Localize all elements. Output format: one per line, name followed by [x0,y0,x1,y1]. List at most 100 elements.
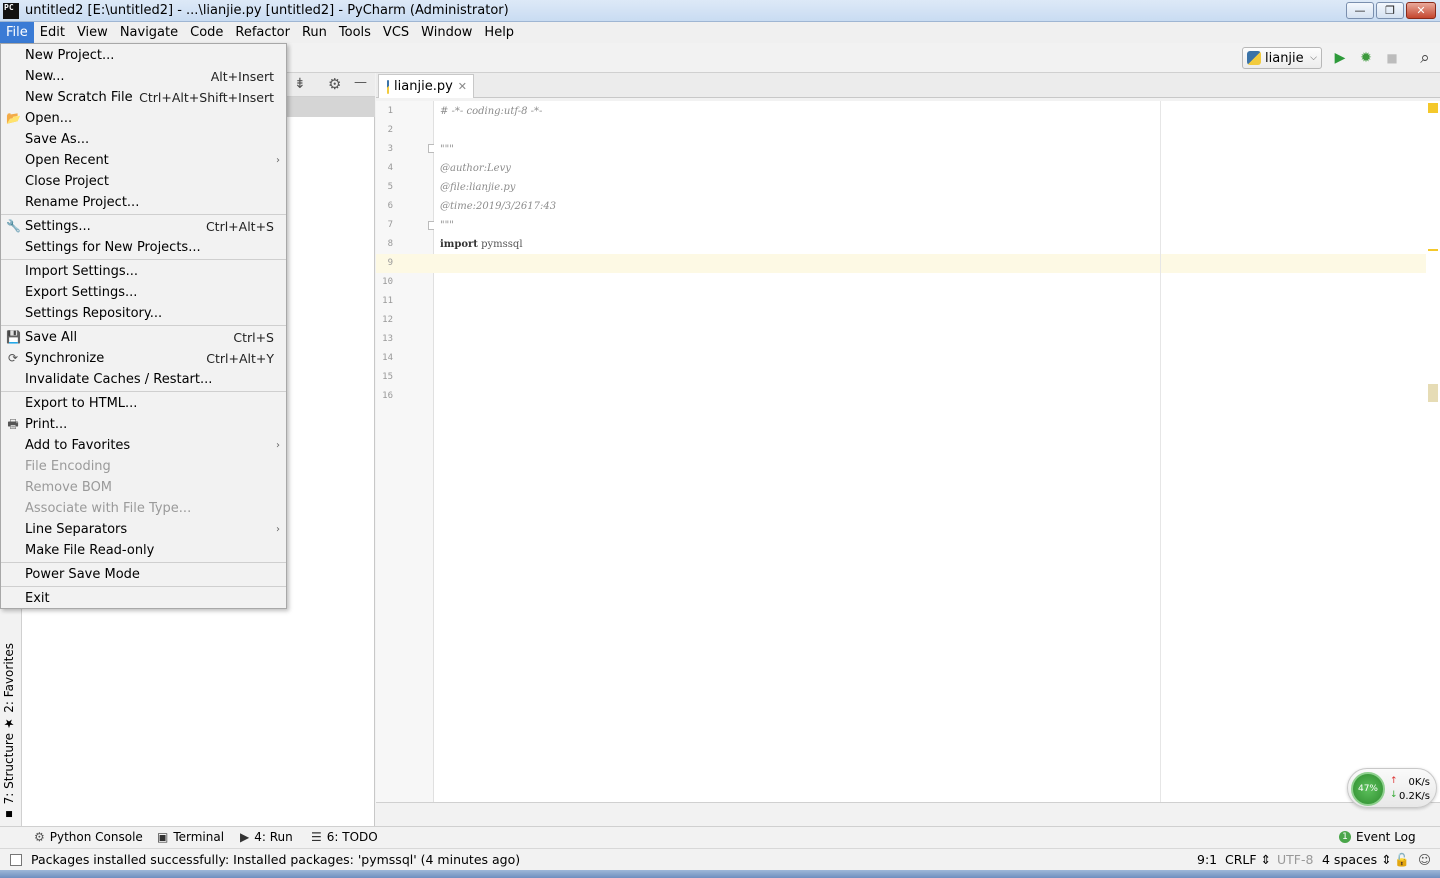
menu-item-settings[interactable]: 🔧 Settings... Ctrl+Alt+S [1,216,286,237]
close-tab-icon[interactable]: ✕ [458,80,467,93]
indent-setting[interactable]: 4 spaces ⇕ [1322,852,1392,867]
menu-item-label: Invalidate Caches / Restart... [25,372,213,387]
run-icon[interactable]: ▶ [1331,49,1349,67]
code-line: @time:2019/3/2617:43 [440,201,557,212]
status-toggle-icon[interactable] [10,854,22,866]
menu-separator [1,562,286,563]
code-line-import: import pymssql [440,235,523,254]
line-number: 5 [387,182,393,192]
menu-separator [1,214,286,215]
status-message[interactable]: Packages installed successfully: Install… [31,852,520,867]
debug-icon[interactable]: ✹ [1357,49,1375,67]
menu-item-save-all[interactable]: 💾 Save All Ctrl+S [1,327,286,348]
synchronize-icon: ⟳ [7,351,19,365]
file-menu-dropdown: New Project... New... Alt+Insert New Scratc… [0,43,287,609]
file-encoding[interactable]: UTF-8 [1277,852,1313,867]
menu-item-shortcut: Alt+Insert [210,69,274,84]
menu-item-label: Line Separators [25,522,128,537]
error-stripe[interactable] [1426,101,1440,802]
gear-icon[interactable]: ⚙ [328,75,341,93]
menu-window[interactable]: Window [415,22,478,43]
warning-marker[interactable] [1428,103,1438,113]
code-line: @author:Levy [440,163,511,174]
menu-item-new-scratch-file[interactable]: New Scratch File Ctrl+Alt+Shift+Insert [1,87,286,108]
tab-todo[interactable]: ☰ 6: TODO [311,830,378,844]
menu-run[interactable]: Run [296,22,333,43]
menu-item-label: Rename Project... [25,195,140,210]
code-line: """ [440,144,454,155]
menu-item-shortcut: Ctrl+Alt+Y [206,351,274,366]
menu-item-export-to-html[interactable]: Export to HTML... [1,393,286,414]
stop-icon[interactable]: ■ [1383,49,1401,67]
menu-tools[interactable]: Tools [333,22,377,43]
menu-file[interactable]: File [0,22,34,43]
menu-item-remove-bom[interactable]: Remove BOM [1,477,286,498]
tab-python-console[interactable]: ⚙ Python Console [34,830,143,844]
menu-edit[interactable]: Edit [34,22,71,43]
line-number: 13 [382,334,393,344]
menu-item-exit[interactable]: Exit [1,588,286,609]
tab-terminal[interactable]: ▣ Terminal [157,830,224,844]
window-controls: — ❐ ✕ [1346,2,1436,19]
collapse-all-icon[interactable]: ⇟ [294,76,306,92]
caret-position[interactable]: 9:1 [1197,852,1217,867]
menu-item-save-as[interactable]: Save As... [1,129,286,150]
menu-item-open[interactable]: 📂 Open... [1,108,286,129]
menu-vcs[interactable]: VCS [377,22,415,43]
menu-item-close-project[interactable]: Close Project [1,171,286,192]
module-name: pymssql [477,239,523,250]
close-window-button[interactable]: ✕ [1406,2,1436,19]
menu-item-settings-repository[interactable]: Settings Repository... [1,303,286,324]
menu-item-associate-with-file-type[interactable]: Associate with File Type... [1,498,286,519]
tab-structure-label: 7: Structure [2,733,16,805]
menu-item-label: New... [25,69,65,84]
menu-item-line-separators[interactable]: Line Separators › [1,519,286,540]
code-editor[interactable]: # -*- coding:utf-8 -*- """ @author:Levy … [434,101,1426,802]
menu-help[interactable]: Help [478,22,520,43]
tab-structure[interactable]: ▪ 7: Structure [2,733,16,822]
restore-button[interactable]: ❐ [1376,2,1404,19]
menu-item-add-to-favorites[interactable]: Add to Favorites › [1,435,286,456]
pycharm-app-icon: PC [3,2,19,19]
python-console-icon: ⚙ [34,830,45,844]
menu-code[interactable]: Code [184,22,229,43]
menu-item-new-project[interactable]: New Project... [1,45,286,66]
python-icon [1247,51,1261,65]
menu-item-export-settings[interactable]: Export Settings... [1,282,286,303]
line-separator[interactable]: CRLF ⇕ [1225,852,1271,867]
menu-view[interactable]: View [71,22,114,43]
network-speed-widget: 47% ↑ ↓ 0K/s 0.2K/s [1347,768,1437,808]
os-taskbar [0,870,1440,878]
menu-item-open-recent[interactable]: Open Recent › [1,150,286,171]
menu-item-synchronize[interactable]: ⟳ Synchronize Ctrl+Alt+Y [1,348,286,369]
warning-marker[interactable] [1428,249,1438,251]
menu-item-label: Export Settings... [25,285,138,300]
minimize-button[interactable]: — [1346,2,1374,19]
menu-item-make-file-read-only[interactable]: Make File Read-only [1,540,286,561]
editor-tab-lianjie[interactable]: lianjie.py ✕ [378,74,474,98]
lock-icon[interactable]: 🔓 [1394,852,1410,868]
menu-item-power-save-mode[interactable]: Power Save Mode [1,564,286,585]
tab-run[interactable]: ▶ 4: Run [240,830,293,844]
run-configuration-select[interactable]: lianjie ⌵ [1242,47,1322,69]
menu-navigate[interactable]: Navigate [114,22,184,43]
menu-item-invalidate-caches-restart[interactable]: Invalidate Caches / Restart... [1,369,286,390]
tab-favorites[interactable]: ★ 2: Favorites [2,643,16,731]
line-number: 8 [387,239,393,249]
menu-item-import-settings[interactable]: Import Settings... [1,261,286,282]
search-icon[interactable]: ⌕ [1416,48,1434,68]
menu-item-settings-for-new-projects[interactable]: Settings for New Projects... [1,237,286,258]
inspector-icon[interactable]: ☺ [1418,852,1431,867]
menu-separator [1,586,286,587]
menu-item-rename-project[interactable]: Rename Project... [1,192,286,213]
menu-refactor[interactable]: Refactor [229,22,296,43]
menu-item-print[interactable]: 🖶 Print... [1,414,286,435]
menu-item-label: Save As... [25,132,90,147]
highlight-marker[interactable] [1428,384,1438,402]
hide-panel-icon[interactable]: — [354,75,367,90]
menu-item-shortcut: Ctrl+Alt+Shift+Insert [139,90,274,105]
tab-event-log[interactable]: 1 Event Log [1339,830,1416,844]
structure-icon: ▪ [2,804,16,823]
menu-item-new[interactable]: New... Alt+Insert [1,66,286,87]
menu-item-file-encoding[interactable]: File Encoding [1,456,286,477]
